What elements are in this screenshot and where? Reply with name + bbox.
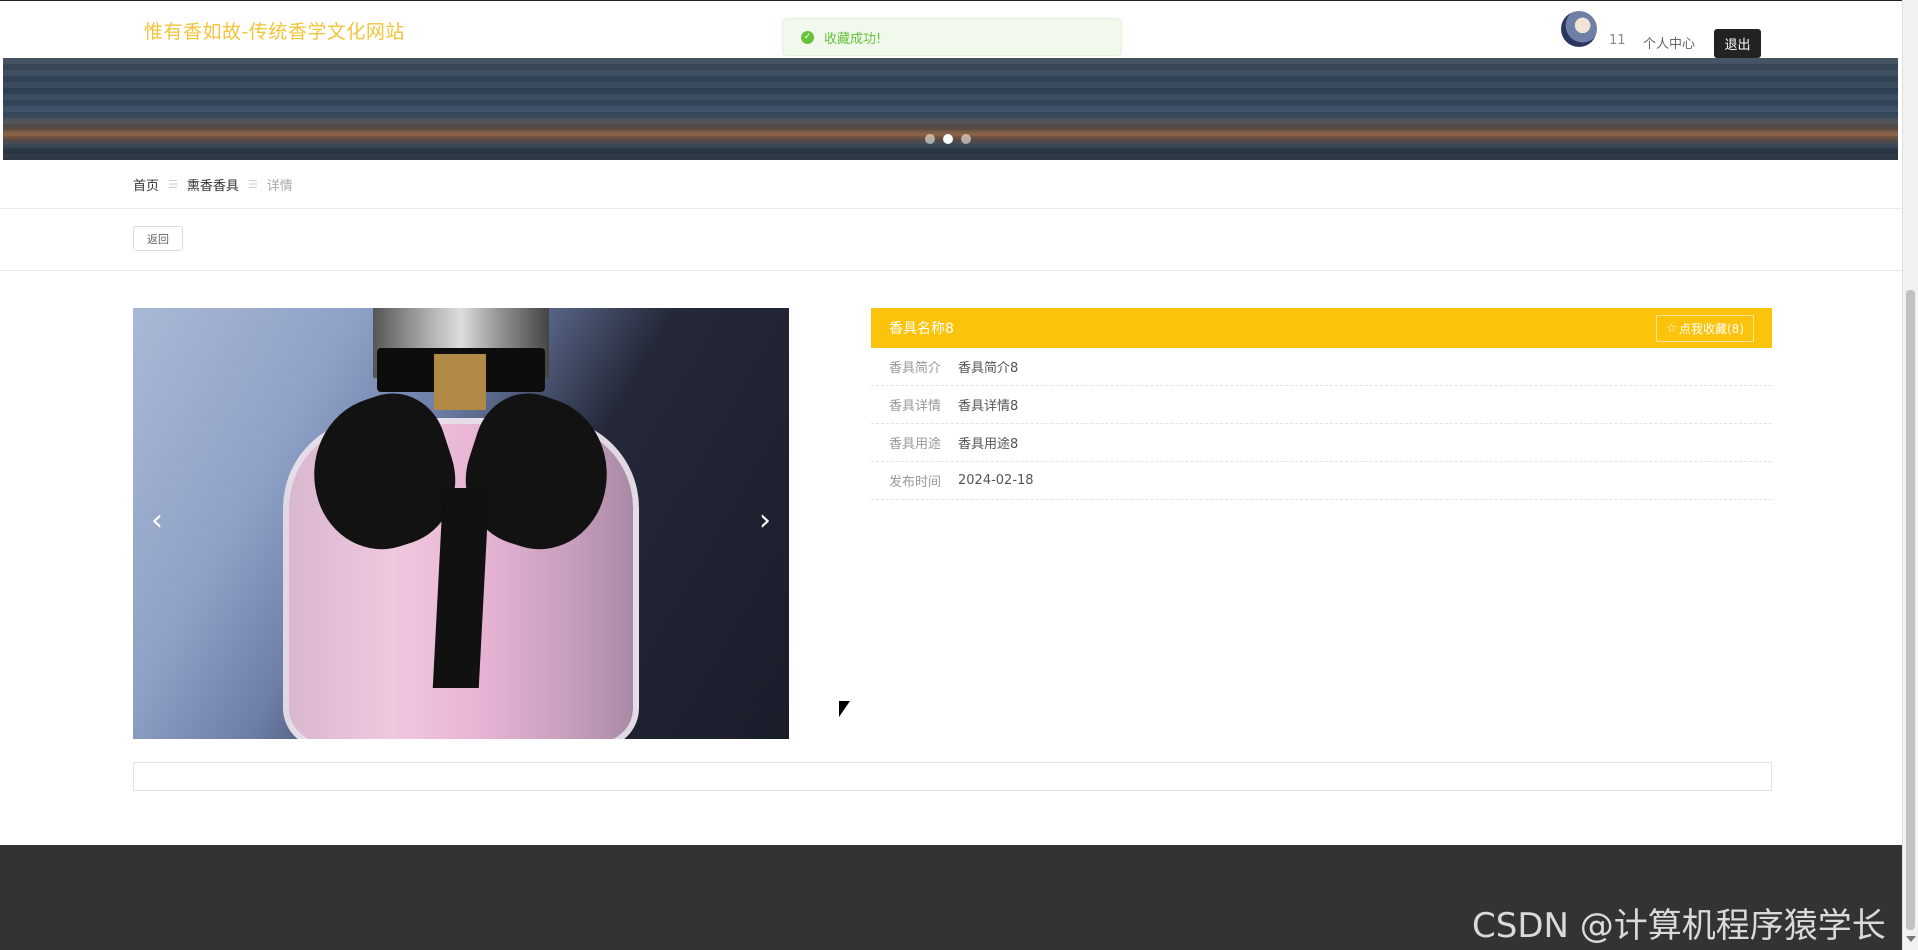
breadcrumb-category[interactable]: 熏香香具 [187, 175, 239, 194]
top-header: 惟有香如故-传统香学文化网站 ✓ 收藏成功! 11 个人中心 退出 [0, 0, 1902, 59]
detail-row-usage: 香具用途 香具用途8 [871, 424, 1772, 462]
bottle-label [434, 354, 486, 410]
breadcrumb-separator: ☰ [247, 178, 258, 191]
detail-row-date: 发布时间 2024-02-18 [871, 462, 1772, 500]
mouse-cursor [839, 701, 850, 717]
row-label: 发布时间 [889, 475, 942, 490]
username: 11 [1609, 33, 1626, 48]
detail-row-intro: 香具简介 香具简介8 [871, 348, 1772, 386]
scrollbar-thumb[interactable] [1906, 290, 1915, 930]
row-value: 香具简介8 [958, 361, 1019, 376]
back-bar: 返回 [0, 208, 1902, 271]
avatar[interactable] [1561, 11, 1597, 47]
site-title[interactable]: 惟有香如故-传统香学文化网站 [144, 17, 405, 44]
content-box [133, 762, 1772, 791]
breadcrumb-separator: ☰ [168, 178, 178, 191]
breadcrumb: 首页 ☰ 熏香香具 ☰ 详情 [133, 175, 293, 194]
product-detail-panel: 香具名称8 ☆ 点我收藏(8) 香具简介 香具简介8 香具详情 香具详情8 香具… [871, 308, 1772, 500]
success-toast: ✓ 收藏成功! [782, 18, 1122, 56]
page-scrollbar[interactable] [1902, 0, 1918, 950]
detail-row-details: 香具详情 香具详情8 [871, 386, 1772, 424]
banner-dot[interactable] [961, 134, 971, 144]
favorite-button[interactable]: ☆ 点我收藏(8) [1656, 314, 1754, 342]
row-value: 香具详情8 [958, 399, 1019, 414]
star-outline-icon: ☆ [1666, 321, 1677, 335]
page: 惟有香如故-传统香学文化网站 ✓ 收藏成功! 11 个人中心 退出 首页 ☰ 熏… [0, 0, 1902, 950]
product-name: 香具名称8 [889, 321, 954, 337]
back-button[interactable]: 返回 [133, 226, 183, 251]
row-label: 香具详情 [889, 399, 942, 414]
breadcrumb-current: 详情 [266, 179, 293, 194]
banner-carousel [3, 58, 1898, 160]
banner-dot[interactable] [925, 134, 935, 144]
favorite-label: 点我收藏(8) [1679, 321, 1744, 336]
scroll-down-arrow-icon[interactable] [1906, 936, 1916, 942]
product-image-carousel[interactable]: ‹ › [133, 308, 789, 739]
user-center-link[interactable]: 个人中心 [1643, 33, 1695, 52]
detail-header: 香具名称8 ☆ 点我收藏(8) [871, 308, 1772, 348]
chevron-right-icon[interactable]: › [753, 504, 777, 538]
row-value: 2024-02-18 [958, 473, 1034, 488]
breadcrumb-bar: 首页 ☰ 熏香香具 ☰ 详情 [0, 161, 1902, 209]
logout-button[interactable]: 退出 [1714, 29, 1761, 58]
breadcrumb-home[interactable]: 首页 [133, 175, 159, 194]
row-value: 香具用途8 [958, 437, 1019, 452]
row-label: 香具用途 [889, 437, 942, 452]
watermark: CSDN @计算机程序猿学长 [1472, 906, 1886, 946]
banner-indicators [925, 134, 971, 144]
chevron-left-icon[interactable]: ‹ [145, 504, 169, 538]
toast-message: 收藏成功! [824, 31, 882, 47]
banner-dot-active[interactable] [943, 134, 953, 144]
check-circle-icon: ✓ [801, 30, 814, 44]
row-label: 香具简介 [889, 361, 942, 376]
